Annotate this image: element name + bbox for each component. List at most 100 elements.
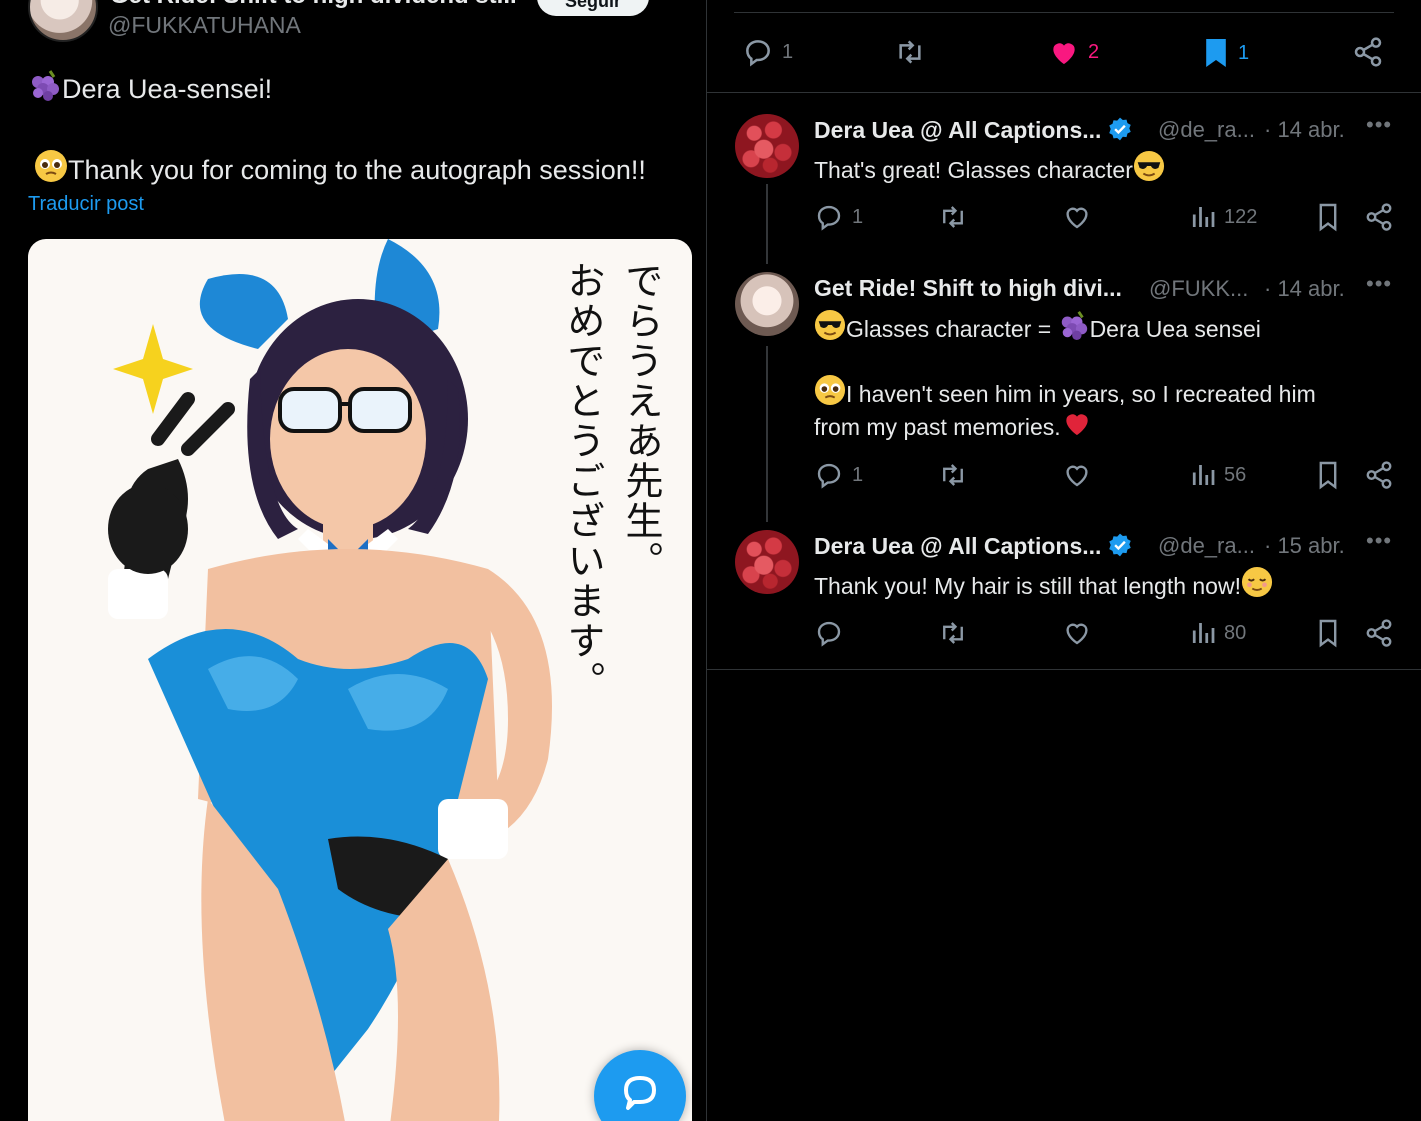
reply-date[interactable]: · 15 abr. [1264,533,1345,559]
reply-avatar[interactable] [735,272,799,336]
verified-icon [1109,117,1132,141]
share-icon [1366,203,1392,231]
reply-handle[interactable]: @de_ra... [1158,117,1255,143]
main-like-action[interactable]: 2 [1048,36,1099,68]
reply-text-line: I haven't seen him in years, so I recrea… [814,374,1316,411]
reply-author-name[interactable]: Dera Uea @ All Captions... [814,532,1133,560]
image-caption-col2: おめでとうございます。 [561,261,605,701]
red-heart-emoji-icon [1065,414,1088,435]
grapes-emoji-icon [1061,311,1087,341]
like-action[interactable] [1062,202,1092,232]
more-icon[interactable]: ••• [1366,528,1392,554]
views-icon [1192,623,1215,643]
main-reply-count: 1 [782,40,794,63]
verified-icon [1109,533,1132,557]
reply-text-line: Thank you! My hair is still that length … [814,573,1241,599]
reply-avatar[interactable] [735,114,799,178]
views-icon [1192,207,1215,227]
retweet-icon [943,464,963,486]
post-text-line2: Thank you for coming to the autograph se… [34,149,646,186]
replies-pane: 1 2 1 Dera Uea @ All Captions... @de_ra.… [706,0,1421,1121]
views-count: 56 [1224,463,1247,486]
follow-button[interactable]: Seguir [537,0,649,16]
main-reply-action[interactable]: 1 [742,36,793,68]
translate-post-link[interactable]: Traducir post [28,193,144,216]
reply-text-line: Glasses character = Dera Uea sensei [814,309,1261,346]
sunglasses-emoji-icon [1133,150,1164,182]
reply-action[interactable]: 1 [814,202,863,232]
grapes-emoji-icon [32,70,59,101]
retweet-icon [943,206,963,228]
main-bookmark-action[interactable]: 1 [1202,36,1249,70]
reply-text-segment: from my past memories. [814,414,1061,440]
retweet-action[interactable] [936,460,970,490]
reply-text: Thank you! My hair is still that length … [814,566,1273,603]
share-icon [1366,461,1392,489]
reply-handle[interactable]: @de_ra... [1158,533,1255,559]
reply-text-segment: I haven't seen him in years, so I recrea… [846,381,1316,407]
like-icon [1066,465,1088,487]
more-icon[interactable]: ••• [1366,112,1392,138]
bookmark-icon [1319,203,1337,232]
reply-handle[interactable]: @FUKK... [1149,276,1248,302]
main-share-action[interactable] [1352,36,1384,68]
share-action[interactable] [1364,202,1394,232]
thread-line [766,346,768,522]
like-action[interactable] [1062,460,1092,490]
bookmark-icon [1319,461,1337,490]
main-post-pane: Get Ride! Shift to high dividend st... @… [0,0,706,1121]
views-action[interactable]: 56 [1190,460,1246,490]
bookmark-action[interactable] [1316,460,1340,490]
reply-author-name-text: Dera Uea @ All Captions... [814,117,1102,143]
reply-avatar[interactable] [735,530,799,594]
like-filled-icon [1053,43,1075,64]
floating-reply-button[interactable] [594,1050,686,1121]
pleading-face-emoji-icon [35,150,67,182]
views-action[interactable]: 80 [1190,618,1246,648]
views-icon [1192,465,1215,485]
like-action[interactable] [1062,618,1092,648]
views-count: 122 [1224,205,1258,228]
bookmark-action[interactable] [1316,618,1340,648]
main-like-count: 2 [1088,40,1100,63]
author-avatar[interactable] [28,0,98,42]
reply-date[interactable]: · 14 abr. [1264,276,1345,302]
main-retweet-action[interactable] [892,36,936,68]
post-text-line2-content: Thank you for coming to the autograph se… [68,155,646,185]
reply-text: That's great! Glasses character [814,150,1165,187]
reply-text-line: from my past memories. [814,407,1093,444]
reply-date[interactable]: · 14 abr. [1264,117,1345,143]
reply-count: 1 [852,463,864,486]
relieved-face-emoji-icon [1241,566,1273,598]
author-handle[interactable]: @FUKKATUHANA [108,12,301,39]
reply-icon [817,621,841,647]
share-action[interactable] [1364,460,1394,490]
post-text-line1-content: Dera Uea-sensei! [62,74,273,104]
reply-text-segment: Dera Uea sensei [1089,316,1261,342]
reply-text-line: That's great! Glasses character [814,157,1133,183]
retweet-icon [899,40,921,64]
share-icon [1366,619,1392,647]
reply-action[interactable]: 1 [814,460,863,490]
reply-author-name[interactable]: Get Ride! Shift to high divi... [814,275,1122,302]
reply-author-name[interactable]: Dera Uea @ All Captions... [814,116,1133,144]
views-count: 80 [1224,621,1247,644]
share-action[interactable] [1364,618,1394,648]
author-name[interactable]: Get Ride! Shift to high dividend st... [110,0,517,10]
retweet-action[interactable] [936,618,970,648]
more-icon[interactable]: ••• [1366,271,1392,297]
bookmark-action[interactable] [1316,202,1340,232]
actions-divider [706,92,1421,93]
post-image[interactable]: でらうえあ先生。 おめでとうございます。 [28,239,692,1121]
top-divider [734,12,1394,13]
like-icon [1066,207,1088,229]
share-icon [1354,37,1382,67]
reply-count: 1 [852,205,864,228]
compose-reply-icon [624,1076,656,1110]
thread-end-divider [706,669,1421,670]
like-icon [1066,623,1088,645]
retweet-action[interactable] [936,202,970,232]
views-action[interactable]: 122 [1190,202,1257,232]
reply-action[interactable] [814,618,852,648]
reply-author-name-text: Dera Uea @ All Captions... [814,533,1102,559]
